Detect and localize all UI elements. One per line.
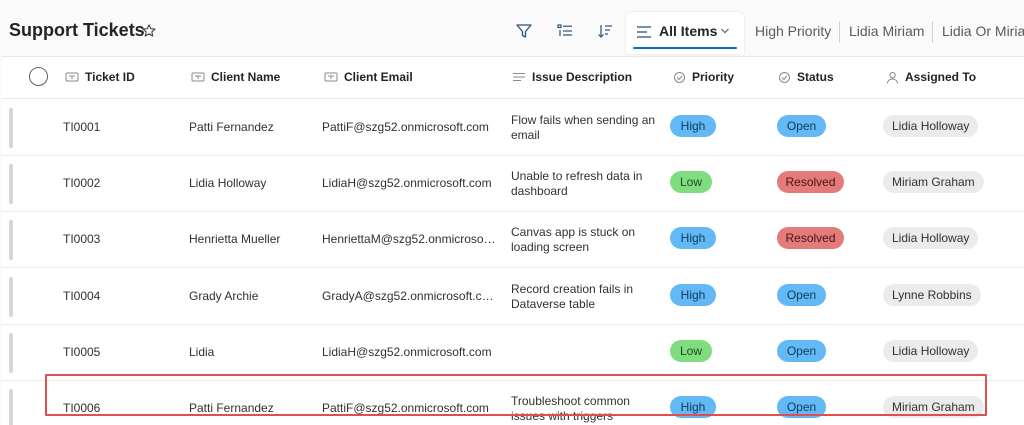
table-row[interactable]: TI0002 Lidia Holloway LidiaH@szg52.onmicro…	[2, 156, 1024, 212]
issue-description-cell: Troubleshoot common issues with triggers	[511, 394, 630, 423]
star-icon[interactable]	[141, 23, 157, 39]
assigned-to-persona[interactable]: Lidia Holloway	[883, 340, 979, 362]
row-select-handle[interactable]	[9, 333, 13, 373]
assigned-to-persona[interactable]: Lynne Robbins	[883, 284, 981, 306]
status-badge: Open	[777, 284, 826, 306]
client-name-cell: Grady Archie	[189, 289, 259, 303]
client-email-cell: PattiF@szg52.onmicrosoft.com	[322, 401, 489, 415]
issue-description-cell: Flow fails when sending an email	[511, 113, 656, 142]
ticket-id-cell[interactable]: TI0001	[63, 120, 173, 134]
command-bar: Support Tickets All Items High Priority …	[0, 0, 1024, 58]
column-label: Client Name	[211, 70, 281, 84]
column-label: Ticket ID	[85, 70, 135, 84]
tab-divider	[932, 21, 933, 43]
table-row[interactable]: TI0005 Lidia LidiaH@szg52.onmicrosoft.com L…	[2, 325, 1024, 381]
chevron-down-icon[interactable]	[720, 27, 730, 35]
tab-label: All Items	[659, 23, 718, 39]
client-name-cell: Lidia	[189, 345, 215, 359]
client-email-cell: HenriettaM@szg52.onmicrosoft...	[322, 232, 497, 246]
client-email-cell: PattiF@szg52.onmicrosoft.com	[322, 120, 489, 134]
grid-header: Ticket ID Client Name Client Email Issue…	[2, 57, 1024, 99]
column-label: Assigned To	[905, 70, 977, 84]
issue-description-cell: Unable to refresh data in dashboard	[511, 169, 643, 198]
table-row[interactable]: TI0003 Henrietta Mueller HenriettaM@szg52.…	[2, 212, 1024, 268]
client-name-cell: Patti Fernandez	[189, 401, 274, 415]
column-label: Priority	[692, 70, 735, 84]
priority-badge: High	[670, 396, 716, 418]
row-select-handle[interactable]	[9, 277, 13, 317]
priority-badge: High	[670, 115, 716, 137]
assigned-to-persona[interactable]: Miriam Graham	[883, 171, 984, 193]
column-header-priority[interactable]: Priority	[673, 70, 734, 84]
priority-badge: High	[670, 227, 716, 249]
client-name-cell: Lidia Holloway	[189, 176, 267, 190]
column-header-issue-description[interactable]: Issue Description	[512, 70, 632, 84]
choice-column-icon	[674, 71, 685, 83]
column-label: Issue Description	[532, 70, 633, 84]
column-label: Status	[797, 70, 834, 84]
priority-badge: High	[670, 284, 716, 306]
tickets-grid: Ticket ID Client Name Client Email Issue…	[2, 56, 1024, 425]
column-label: Client Email	[344, 70, 413, 84]
column-header-status[interactable]: Status	[778, 70, 834, 84]
filter-icon[interactable]	[515, 22, 533, 40]
group-icon[interactable]	[556, 22, 574, 40]
choice-column-icon	[779, 71, 790, 83]
status-badge: Resolved	[777, 227, 844, 249]
row-select-handle[interactable]	[9, 220, 13, 260]
assigned-to-persona[interactable]: Miriam Graham	[883, 396, 984, 418]
tab-divider	[839, 21, 840, 43]
ticket-id-cell[interactable]: TI0003	[63, 232, 173, 246]
view-list-icon	[637, 26, 651, 38]
priority-badge: Low	[670, 171, 712, 193]
row-select-handle[interactable]	[9, 108, 13, 148]
client-email-cell: GradyA@szg52.onmicrosoft.com	[322, 289, 497, 303]
tab-lidia-miriam[interactable]: Lidia Miriam	[849, 23, 924, 39]
column-header-ticket-id[interactable]: Ticket ID	[65, 70, 135, 84]
issue-description-cell: Record creation fails in Dataverse table	[511, 282, 634, 311]
status-badge: Open	[777, 396, 826, 418]
status-badge: Open	[777, 340, 826, 362]
status-badge: Open	[777, 115, 826, 137]
column-header-client-email[interactable]: Client Email	[324, 70, 413, 84]
multiline-column-icon	[513, 73, 525, 81]
assigned-to-persona[interactable]: Lidia Holloway	[883, 115, 979, 137]
ticket-id-cell[interactable]: TI0006	[63, 401, 173, 415]
active-tab-indicator	[633, 47, 737, 49]
ticket-id-cell[interactable]: TI0005	[63, 345, 173, 359]
select-all-checkbox[interactable]	[29, 67, 48, 86]
client-name-cell: Henrietta Mueller	[189, 232, 281, 246]
row-select-handle[interactable]	[9, 389, 13, 425]
client-email-cell: LidiaH@szg52.onmicrosoft.com	[322, 176, 492, 190]
priority-badge: Low	[670, 340, 712, 362]
table-row[interactable]: TI0006 Patti Fernandez PattiF@szg52.onmicr…	[2, 381, 1024, 425]
ticket-id-cell[interactable]: TI0002	[63, 176, 173, 190]
person-column-icon	[887, 71, 898, 84]
client-name-cell: Patti Fernandez	[189, 120, 274, 134]
text-column-icon	[324, 72, 338, 82]
assigned-to-persona[interactable]: Lidia Holloway	[883, 227, 979, 249]
table-row[interactable]: TI0004 Grady Archie GradyA@szg52.onmicroso…	[2, 269, 1024, 325]
ticket-id-cell[interactable]: TI0004	[63, 289, 173, 303]
client-email-cell: LidiaH@szg52.onmicrosoft.com	[322, 345, 492, 359]
status-badge: Resolved	[777, 171, 844, 193]
row-select-handle[interactable]	[9, 164, 13, 204]
column-header-assigned-to[interactable]: Assigned To	[886, 70, 976, 84]
issue-description-cell: Canvas app is stuck on loading screen	[511, 225, 636, 254]
sort-icon[interactable]	[596, 22, 614, 40]
text-column-icon	[191, 72, 205, 82]
table-row[interactable]: TI0001 Patti Fernandez PattiF@szg52.onmicr…	[2, 100, 1024, 156]
tab-lidia-or-miriam[interactable]: Lidia Or Miriam	[942, 23, 1024, 39]
column-header-client-name[interactable]: Client Name	[191, 70, 280, 84]
page-title: Support Tickets	[9, 20, 145, 40]
text-column-icon	[65, 72, 79, 82]
tab-high-priority[interactable]: High Priority	[755, 23, 831, 39]
